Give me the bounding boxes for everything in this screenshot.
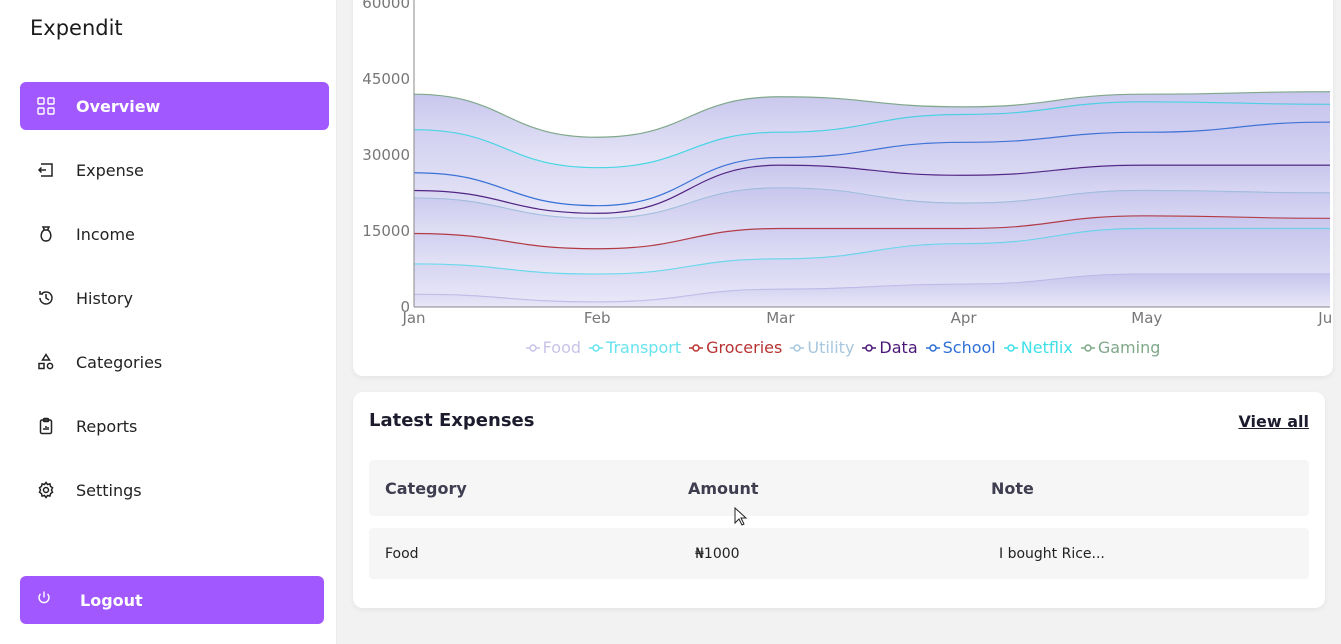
legend-marker-icon <box>1003 343 1018 352</box>
sidebar-item-reports[interactable]: Reports <box>20 402 329 450</box>
legend-label: Food <box>542 338 582 357</box>
app-title: Expendit <box>30 16 123 40</box>
sidebar-item-label: Expense <box>76 160 144 180</box>
sidebar-item-history[interactable]: History <box>20 274 329 322</box>
y-tick-label: 15000 <box>362 222 410 240</box>
sidebar-item-label: Reports <box>76 416 138 436</box>
legend-marker-icon <box>790 343 805 352</box>
legend-item-school[interactable]: School <box>925 338 996 357</box>
legend-item-food[interactable]: Food <box>525 338 582 357</box>
chart-legend: Food Transport Groceries Utility Data School N… <box>353 338 1333 357</box>
legend-marker-icon <box>689 343 704 352</box>
table-row[interactable]: Food ₦1000 I bought Rice... <box>369 528 1309 579</box>
latest-expenses-card: Latest Expenses View all Category Amount… <box>353 392 1325 608</box>
legend-item-transport[interactable]: Transport <box>589 338 681 357</box>
legend-marker-icon <box>925 343 940 352</box>
sidebar-item-expense[interactable]: Expense <box>20 146 329 194</box>
gear-icon <box>36 480 56 500</box>
sidebar-item-label: Income <box>76 224 135 244</box>
x-tick-label: Feb <box>584 309 611 327</box>
legend-item-netflix[interactable]: Netflix <box>1003 338 1073 357</box>
cell-category: Food <box>385 545 419 562</box>
cell-note: I bought Rice... <box>999 545 1105 562</box>
sidebar-item-label: Settings <box>76 480 142 500</box>
expense-icon <box>36 160 56 180</box>
section-title: Latest Expenses <box>369 410 535 431</box>
legend-label: Transport <box>606 338 682 357</box>
sidebar-item-categories[interactable]: Categories <box>20 338 329 386</box>
legend-label: Groceries <box>706 338 783 357</box>
legend-item-utility[interactable]: Utility <box>790 338 854 357</box>
y-tick-label: 30000 <box>362 146 410 164</box>
legend-label: Data <box>879 338 918 357</box>
history-clock-icon <box>36 288 56 308</box>
sidebar-item-income[interactable]: Income <box>20 210 329 258</box>
x-tick-label: Jun <box>1317 309 1333 327</box>
legend-label: School <box>942 338 996 357</box>
x-tick-label: Mar <box>766 309 795 327</box>
cell-amount: ₦1000 <box>695 545 740 562</box>
grid-icon <box>36 96 56 116</box>
legend-item-data[interactable]: Data <box>862 338 918 357</box>
legend-label: Utility <box>807 338 855 357</box>
sidebar-item-overview[interactable]: Overview <box>20 82 329 130</box>
y-tick-label: 45000 <box>362 70 410 88</box>
sidebar-item-label: History <box>76 288 133 308</box>
legend-label: Netflix <box>1020 338 1073 357</box>
view-all-link[interactable]: View all <box>1238 412 1309 431</box>
legend-label: Gaming <box>1097 338 1161 357</box>
expense-chart-card: 015000300004500060000JanFebMarAprMayJun … <box>353 0 1333 376</box>
sidebar-item-label: Categories <box>76 352 163 372</box>
legend-marker-icon <box>525 343 540 352</box>
clipboard-icon <box>36 416 56 436</box>
legend-item-gaming[interactable]: Gaming <box>1080 338 1161 357</box>
sidebar-item-label: Overview <box>76 96 161 116</box>
mouse-cursor <box>734 506 748 531</box>
money-bag-icon <box>36 224 56 244</box>
power-icon <box>36 590 52 610</box>
y-tick-label: 60000 <box>362 0 410 12</box>
legend-marker-icon <box>589 343 604 352</box>
legend-marker-icon <box>862 343 877 352</box>
sidebar: Expendit Overview Expense Income History… <box>0 0 337 644</box>
legend-item-groceries[interactable]: Groceries <box>689 338 782 357</box>
column-header-category: Category <box>385 478 467 498</box>
table-header: Category Amount Note <box>369 460 1309 516</box>
sidebar-item-settings[interactable]: Settings <box>20 466 329 514</box>
shapes-icon <box>36 352 56 372</box>
x-tick-label: Jan <box>401 309 425 327</box>
x-tick-label: Apr <box>951 309 978 327</box>
column-header-note: Note <box>991 478 1034 498</box>
legend-marker-icon <box>1080 343 1095 352</box>
stacked-area-chart: 015000300004500060000JanFebMarAprMayJun <box>362 0 1333 327</box>
logout-button[interactable]: Logout <box>20 576 324 624</box>
x-tick-label: May <box>1131 309 1162 327</box>
logout-label: Logout <box>80 590 143 610</box>
